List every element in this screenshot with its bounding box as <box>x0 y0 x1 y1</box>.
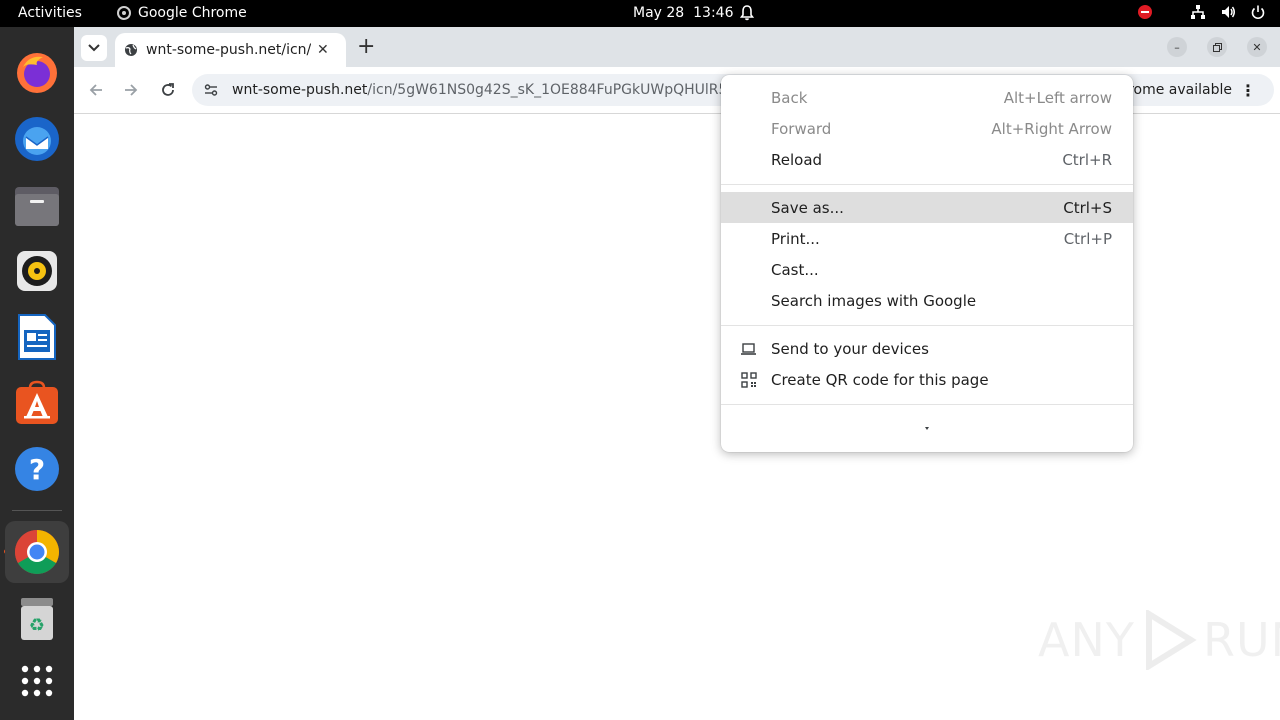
menu-item-shortcut: Ctrl+S <box>1063 198 1112 217</box>
app-center-icon <box>16 380 58 424</box>
site-info-icon[interactable] <box>204 83 218 97</box>
context-menu: Back Alt+Left arrow Forward Alt+Right Ar… <box>721 75 1133 452</box>
chrome-icon <box>15 530 59 574</box>
menu-item-create-qr[interactable]: Create QR code for this page <box>721 364 1133 395</box>
dock-trash[interactable]: ♻ <box>13 595 61 643</box>
kebab-menu-icon[interactable]: ⋮ <box>1240 81 1256 100</box>
new-tab-button[interactable]: + <box>357 35 375 59</box>
arrow-left-icon <box>89 84 102 96</box>
activities-button[interactable]: Activities <box>18 5 82 21</box>
help-icon: ? <box>15 447 59 491</box>
power-icon <box>1251 5 1265 20</box>
maximize-button[interactable] <box>1207 37 1227 57</box>
watermark-left: ANY <box>1038 613 1135 667</box>
menu-item-shortcut: Alt+Left arrow <box>1003 88 1112 107</box>
menu-item-back[interactable]: Back Alt+Left arrow <box>721 82 1133 113</box>
network-icon <box>1191 5 1205 19</box>
tab-close-icon[interactable]: ✕ <box>317 42 329 58</box>
menu-separator <box>721 184 1133 185</box>
watermark-right: RUN <box>1202 613 1280 667</box>
dock: ? ♻ <box>0 27 74 720</box>
menu-item-shortcut: Alt+Right Arrow <box>991 119 1112 138</box>
dock-files[interactable] <box>13 182 61 230</box>
globe-icon <box>125 44 137 56</box>
tab-active[interactable]: wnt-some-push.net/icn/ ✕ <box>115 33 346 67</box>
tab-search-button[interactable] <box>81 35 107 61</box>
dock-thunderbird[interactable] <box>13 115 61 163</box>
menu-item-label: Save as... <box>771 198 844 217</box>
reload-button[interactable] <box>158 80 178 100</box>
menu-separator <box>721 325 1133 326</box>
dock-separator <box>12 510 62 511</box>
menu-item-label: Create QR code for this page <box>771 370 989 389</box>
tab-title: wnt-some-push.net/icn/ <box>146 42 311 58</box>
menu-item-label: Reload <box>771 150 823 169</box>
system-tray[interactable] <box>1138 4 1266 20</box>
recording-indicator-icon[interactable] <box>1138 5 1152 19</box>
svg-text:?: ? <box>29 453 45 486</box>
dock-show-apps[interactable] <box>13 657 61 705</box>
url-path: /icn/5gW61NS0g42S_sK_1OE884FuPGkUWpQHUlR… <box>367 82 732 98</box>
firefox-icon <box>17 53 57 93</box>
notification-bell-icon[interactable] <box>738 4 756 22</box>
menu-separator <box>721 404 1133 405</box>
app-name: Google Chrome <box>138 5 247 21</box>
laptop-icon <box>741 343 756 355</box>
show-apps-icon <box>21 665 53 697</box>
tab-strip: wnt-some-push.net/icn/ ✕ + – ✕ <box>74 27 1280 67</box>
menu-item-send-to-devices[interactable]: Send to your devices <box>721 333 1133 364</box>
scroll-down-icon[interactable] <box>922 426 932 432</box>
close-window-button[interactable]: ✕ <box>1247 37 1267 57</box>
thunderbird-icon <box>15 117 59 161</box>
menu-item-label: Print... <box>771 229 820 248</box>
menu-item-label: Search images with Google <box>771 291 977 310</box>
menu-item-label: Cast... <box>771 260 819 279</box>
dock-rhythmbox[interactable] <box>13 247 61 295</box>
menu-item-label: Forward <box>771 119 832 138</box>
dock-writer[interactable] <box>13 313 61 361</box>
url-text[interactable]: wnt-some-push.net/icn/5gW61NS0g42S_sK_1O… <box>232 82 732 98</box>
menu-item-save-as[interactable]: Save as... Ctrl+S <box>721 192 1133 223</box>
top-bar: Activities Google Chrome May 28 13:46 <box>0 0 1280 27</box>
app-menu[interactable]: Google Chrome <box>117 5 247 21</box>
dock-chrome[interactable] <box>5 521 69 583</box>
svg-text:♻: ♻ <box>29 615 45 636</box>
menu-item-label: Send to your devices <box>771 339 929 358</box>
forward-button[interactable] <box>121 80 141 100</box>
dock-help[interactable]: ? <box>13 445 61 493</box>
menu-item-label: Back <box>771 88 808 107</box>
menu-item-forward[interactable]: Forward Alt+Right Arrow <box>721 113 1133 144</box>
rhythmbox-icon <box>17 251 57 291</box>
volume-icon <box>1222 6 1235 18</box>
watermark: ANY RUN <box>1038 610 1280 670</box>
minimize-button[interactable]: – <box>1167 37 1187 57</box>
date: May 28 <box>633 5 685 21</box>
menu-item-cast[interactable]: Cast... <box>721 254 1133 285</box>
back-button[interactable] <box>86 80 106 100</box>
clock[interactable]: May 28 13:46 <box>633 5 733 21</box>
time: 13:46 <box>693 5 734 21</box>
reload-icon <box>162 83 174 96</box>
play-icon <box>1145 610 1197 670</box>
menu-item-search-images[interactable]: Search images with Google <box>721 285 1133 316</box>
restore-icon <box>1212 42 1222 52</box>
menu-item-shortcut: Ctrl+P <box>1063 229 1112 248</box>
chrome-icon <box>117 6 131 20</box>
menu-item-reload[interactable]: Reload Ctrl+R <box>721 144 1133 175</box>
url-host: wnt-some-push.net <box>232 82 368 98</box>
qr-code-icon <box>741 372 757 388</box>
files-icon <box>15 187 59 226</box>
writer-icon <box>18 314 56 360</box>
menu-item-print[interactable]: Print... Ctrl+P <box>721 223 1133 254</box>
menu-item-shortcut: Ctrl+R <box>1062 150 1112 169</box>
arrow-right-icon <box>125 84 138 96</box>
trash-icon: ♻ <box>21 598 53 640</box>
dock-app-center[interactable] <box>13 379 61 427</box>
dock-firefox[interactable] <box>13 49 61 97</box>
chevron-down-icon <box>88 44 100 52</box>
